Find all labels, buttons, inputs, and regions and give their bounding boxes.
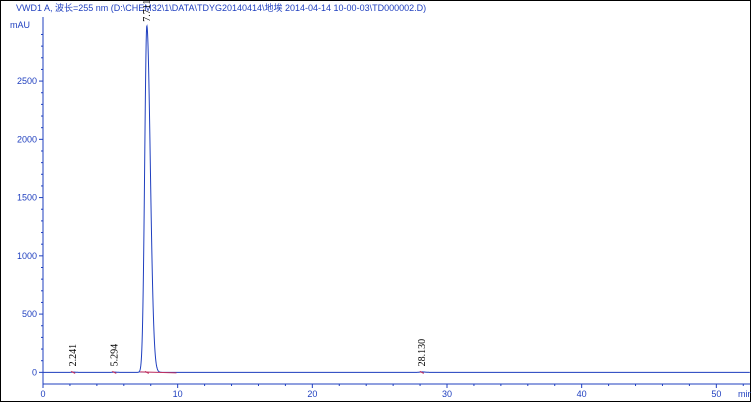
y-tick-label: 1500	[17, 193, 37, 203]
outer-border	[0, 0, 751, 402]
peak-retention-time-label: 28.130	[417, 339, 428, 367]
peak-retention-time-label: 2.241	[68, 344, 79, 367]
chart-title: VWD1 A, 波长=255 nm (D:\CHEM32\1\DATA\TDYG…	[16, 2, 426, 13]
y-axis-unit-label: mAU	[10, 20, 30, 30]
y-tick-label: 1000	[17, 251, 37, 261]
chromatogram-window: VWD1 A, 波长=255 nm (D:\CHEM32\1\DATA\TDYG…	[0, 0, 751, 402]
y-tick-label: 0	[32, 367, 37, 377]
x-tick-label: 10	[173, 389, 183, 399]
peak-retention-time-label: 7.711	[142, 0, 153, 22]
x-tick-label: 20	[307, 389, 317, 399]
x-axis-unit-label: min	[738, 389, 751, 399]
y-tick-label: 2000	[17, 134, 37, 144]
x-tick-label: 40	[577, 389, 587, 399]
x-tick-label: 30	[442, 389, 452, 399]
chromatogram-chart: VWD1 A, 波长=255 nm (D:\CHEM32\1\DATA\TDYG…	[0, 0, 751, 402]
peak-retention-time-label: 5.294	[109, 344, 120, 367]
y-tick-label: 500	[22, 309, 37, 319]
x-tick-label: 50	[711, 389, 721, 399]
y-tick-label: 2500	[17, 76, 37, 86]
x-tick-label: 0	[40, 389, 45, 399]
